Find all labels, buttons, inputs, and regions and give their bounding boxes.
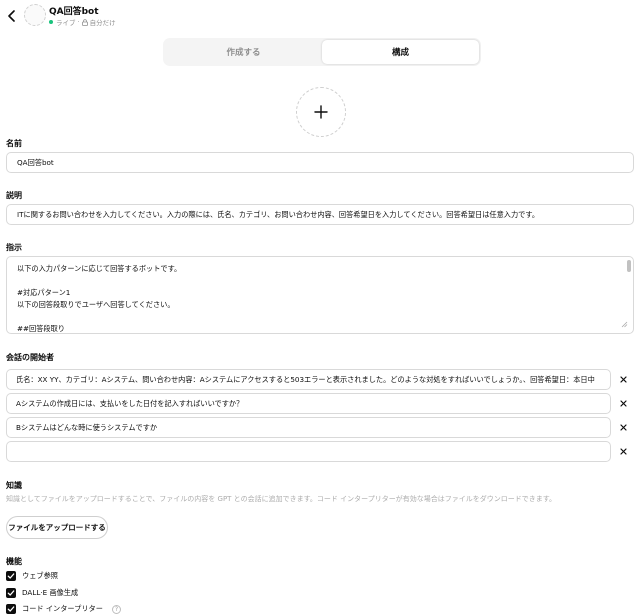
check-icon <box>7 590 15 596</box>
starter-input[interactable]: Aシステムの作成日には、支払いをした日付を記入すればいいですか？ <box>6 393 611 414</box>
close-icon <box>619 400 627 407</box>
capability-label: DALL·E 画像生成 <box>22 588 79 597</box>
capabilities-label: 機能 <box>6 557 22 566</box>
capability-dalle: DALL·E 画像生成 <box>6 587 78 599</box>
chevron-left-icon <box>8 10 15 22</box>
close-icon <box>619 424 627 431</box>
web-browsing-checkbox[interactable] <box>6 571 16 581</box>
capability-web-browsing: ウェブ参照 <box>6 570 58 582</box>
description-field[interactable]: ITに関するお問い合わせを入力してください。入力の際には、氏名、カテゴリ、お問い… <box>6 204 634 225</box>
back-button[interactable] <box>4 7 20 25</box>
name-field[interactable]: QA回答bot <box>6 152 634 173</box>
name-label: 名前 <box>6 139 22 148</box>
description-label: 説明 <box>6 191 22 200</box>
help-icon[interactable]: ? <box>111 604 121 614</box>
starter-row: Bシステムはどんな時に使うシステムですか <box>6 417 634 438</box>
add-image-button[interactable] <box>296 87 346 137</box>
starter-input[interactable]: Bシステムはどんな時に使うシステムですか <box>6 417 611 438</box>
instructions-line: ##回答段取り <box>17 324 65 333</box>
plus-icon <box>314 105 328 119</box>
remove-starter-button[interactable] <box>612 417 634 438</box>
mode-tabs: 作成する 構成 <box>163 38 481 66</box>
instructions-line <box>17 275 623 287</box>
starter-input[interactable] <box>6 441 611 462</box>
starters-label: 会話の開始者 <box>6 353 54 362</box>
remove-starter-button[interactable] <box>612 441 634 462</box>
instructions-line <box>17 311 623 323</box>
editor-header: QA回答bot ライブ · 自分だけ <box>0 0 640 32</box>
gpt-title: QA回答bot <box>49 7 99 17</box>
starter-row: 氏名：XX YY、カテゴリ：Aシステム、問い合わせ内容：Aシステムにアクセスする… <box>6 369 634 390</box>
status-label: ライブ <box>56 19 76 27</box>
check-icon <box>7 573 15 579</box>
status-separator: · <box>77 18 80 26</box>
dalle-checkbox[interactable] <box>6 588 16 598</box>
textarea-scrollbar[interactable] <box>627 260 631 272</box>
close-icon <box>619 448 627 455</box>
remove-starter-button[interactable] <box>612 393 634 414</box>
instructions-line: 以下の回答段取りでユーザへ回答してください。 <box>17 300 175 309</box>
upload-files-button[interactable]: ファイルをアップロードする <box>6 516 108 539</box>
tab-create[interactable]: 作成する <box>165 40 322 64</box>
starter-row <box>6 441 634 462</box>
code-interpreter-checkbox[interactable] <box>6 604 16 614</box>
tab-configure[interactable]: 構成 <box>322 40 479 64</box>
remove-starter-button[interactable] <box>612 369 634 390</box>
live-status-dot <box>49 20 53 24</box>
instructions-line: #対応パターン1 <box>17 288 71 297</box>
instructions-textarea[interactable]: 以下の入力パターンに応じて回答するボットです。 #対応パターン1 以下の回答段取… <box>6 256 634 334</box>
capability-label: コード インタープリター <box>22 604 103 613</box>
lock-icon <box>81 18 88 26</box>
instructions-line: 以下の入力パターンに応じて回答するボットです。 <box>17 264 182 273</box>
capability-label: ウェブ参照 <box>22 571 58 580</box>
knowledge-label: 知識 <box>6 481 22 490</box>
knowledge-description: 知識としてファイルをアップロードすることで、ファイルの内容を GPT との会話に… <box>6 495 557 503</box>
gpt-status: ライブ · 自分だけ <box>49 17 116 27</box>
gpt-avatar <box>24 4 46 26</box>
starter-input[interactable]: 氏名：XX YY、カテゴリ：Aシステム、問い合わせ内容：Aシステムにアクセスする… <box>6 369 611 390</box>
capability-code-interpreter: コード インタープリター ? <box>6 603 121 615</box>
instructions-label: 指示 <box>6 243 22 252</box>
resize-handle-icon[interactable] <box>621 321 628 328</box>
starter-row: Aシステムの作成日には、支払いをした日付を記入すればいいですか？ <box>6 393 634 414</box>
check-icon <box>7 606 15 612</box>
close-icon <box>619 376 627 383</box>
visibility-label: 自分だけ <box>89 19 116 27</box>
